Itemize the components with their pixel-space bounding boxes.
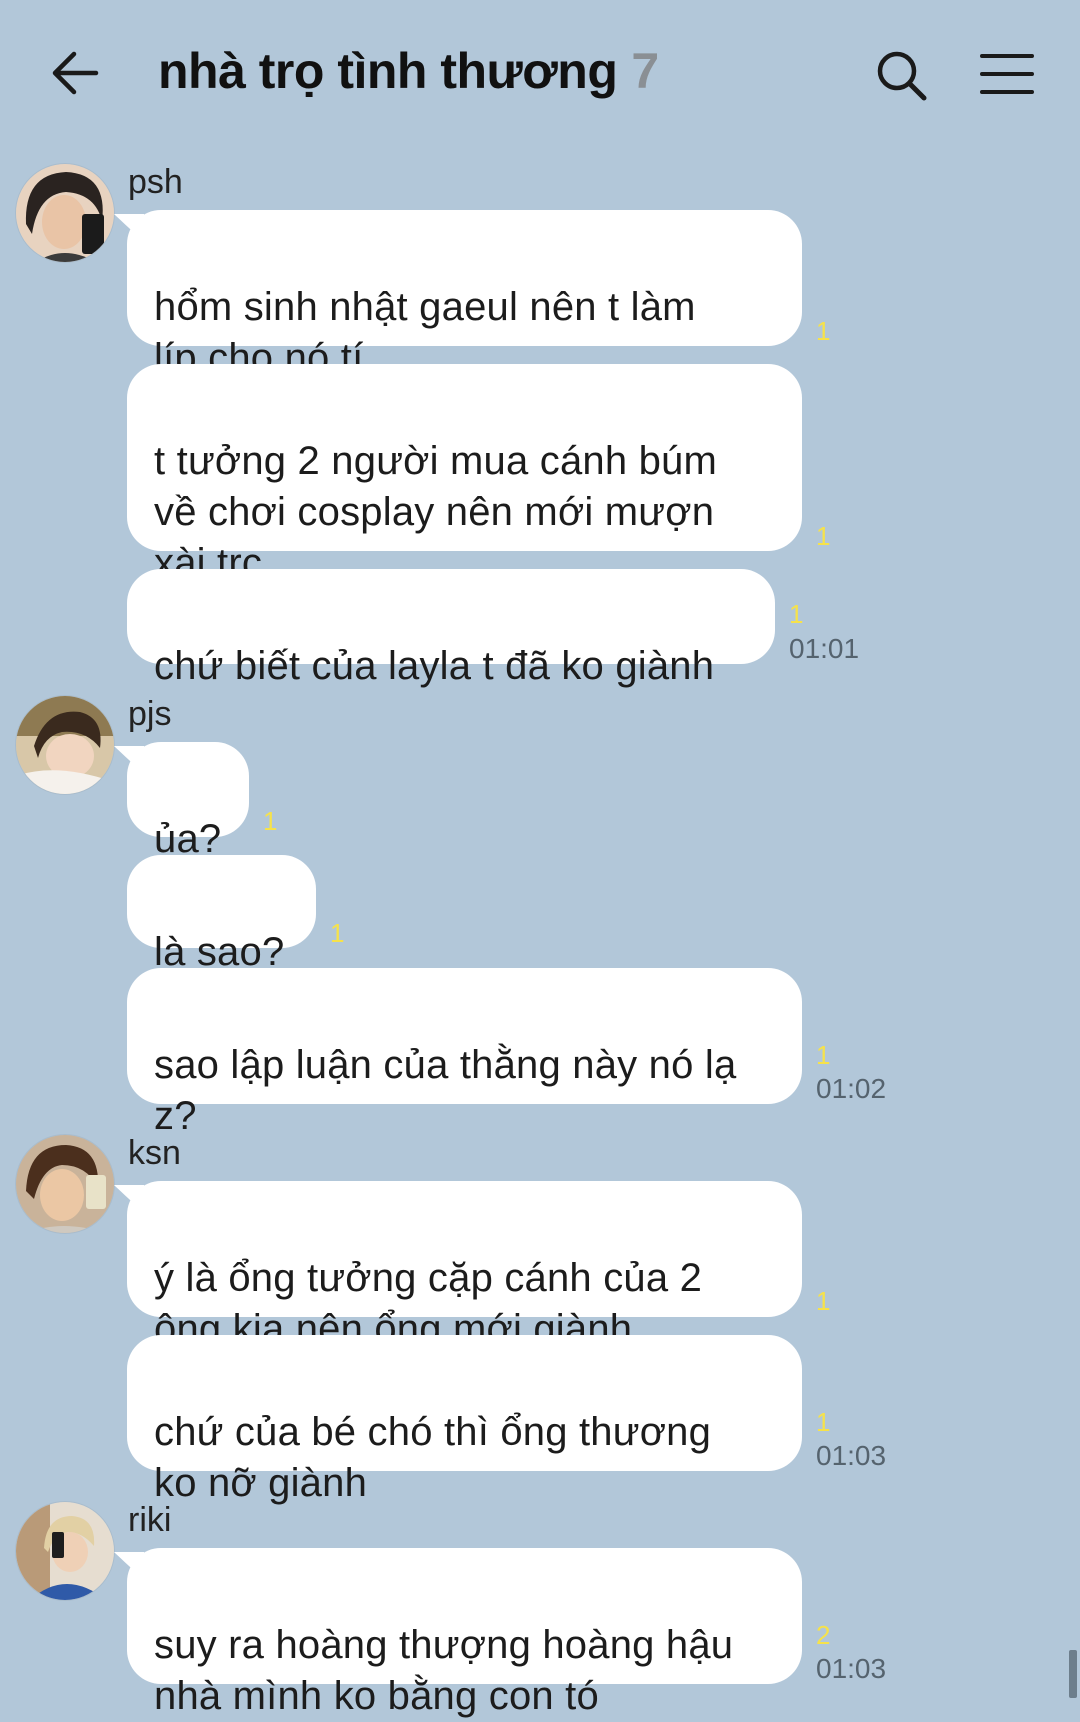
unread-count: 2 bbox=[816, 1620, 831, 1650]
profile-photo-icon bbox=[16, 164, 114, 262]
avatar-ksn[interactable] bbox=[15, 1134, 115, 1234]
message-bubble[interactable]: ý là ổng tưởng cặp cánh của 2 ông kia nê… bbox=[127, 1181, 802, 1351]
arrow-left-icon bbox=[52, 51, 99, 95]
hamburger-menu-icon bbox=[980, 54, 1034, 94]
scrollbar[interactable] bbox=[1069, 1650, 1077, 1698]
sender-name: psh bbox=[128, 163, 183, 201]
avatar-pjs[interactable] bbox=[15, 695, 115, 795]
unread-count: 1 bbox=[816, 1040, 831, 1070]
message-bubble[interactable]: t tưởng 2 người mua cánh búm về chơi cos… bbox=[127, 364, 802, 585]
message-text: sao lập luận của thằng này nó lạ z? bbox=[154, 1043, 737, 1138]
message-text: chứ biết của layla t đã ko giành bbox=[154, 644, 715, 688]
chat-room-name: nhà trọ tình thương bbox=[158, 43, 618, 99]
message-text: t tưởng 2 người mua cánh búm về chơi cos… bbox=[154, 439, 718, 585]
unread-count: 1 bbox=[789, 599, 804, 629]
unread-count: 1 bbox=[816, 1407, 831, 1437]
message-time: 01:03 bbox=[816, 1440, 887, 1471]
search-button[interactable] bbox=[874, 48, 930, 104]
sender-name: ksn bbox=[128, 1134, 181, 1172]
profile-photo-icon bbox=[16, 1135, 114, 1233]
unread-count: 1 bbox=[816, 1286, 831, 1316]
message-time: 01:01 bbox=[789, 633, 860, 664]
avatar-psh[interactable] bbox=[15, 163, 115, 263]
message-bubble[interactable]: chứ biết của layla t đã ko giành bbox=[127, 569, 775, 688]
unread-count: 1 bbox=[263, 806, 278, 836]
unread-count: 1 bbox=[330, 918, 345, 948]
message-bubble[interactable]: hổm sinh nhật gaeul nên t làm líp cho nó… bbox=[127, 210, 802, 380]
message-bubble[interactable]: suy ra hoàng thượng hoàng hậu nhà mình k… bbox=[127, 1548, 802, 1718]
message-bubble[interactable]: sao lập luận của thằng này nó lạ z? bbox=[127, 968, 802, 1138]
chat-title: nhà trọ tình thương 7 bbox=[158, 42, 659, 100]
unread-count: 1 bbox=[816, 316, 831, 346]
member-count: 7 bbox=[631, 43, 659, 99]
message-bubble[interactable]: chứ của bé chó thì ổng thương ko nỡ giàn… bbox=[127, 1335, 802, 1505]
message-time: 01:02 bbox=[816, 1073, 887, 1104]
message-bubble[interactable]: ủa? bbox=[127, 742, 249, 861]
message-time: 01:03 bbox=[816, 1653, 887, 1684]
avatar-riki[interactable] bbox=[15, 1501, 115, 1601]
sender-name: pjs bbox=[128, 695, 172, 733]
message-bubble[interactable]: là sao? bbox=[127, 855, 316, 974]
search-icon bbox=[877, 51, 927, 101]
back-button[interactable] bbox=[50, 45, 100, 101]
message-text: suy ra hoàng thượng hoàng hậu nhà mình k… bbox=[154, 1623, 734, 1718]
unread-count: 1 bbox=[816, 521, 831, 551]
chat-header: nhà trọ tình thương 7 bbox=[0, 0, 1080, 150]
profile-photo-icon bbox=[16, 1502, 114, 1600]
profile-photo-icon bbox=[16, 696, 114, 794]
sender-name: riki bbox=[128, 1501, 172, 1539]
menu-button[interactable] bbox=[980, 52, 1034, 96]
message-text: chứ của bé chó thì ổng thương ko nỡ giàn… bbox=[154, 1410, 712, 1505]
